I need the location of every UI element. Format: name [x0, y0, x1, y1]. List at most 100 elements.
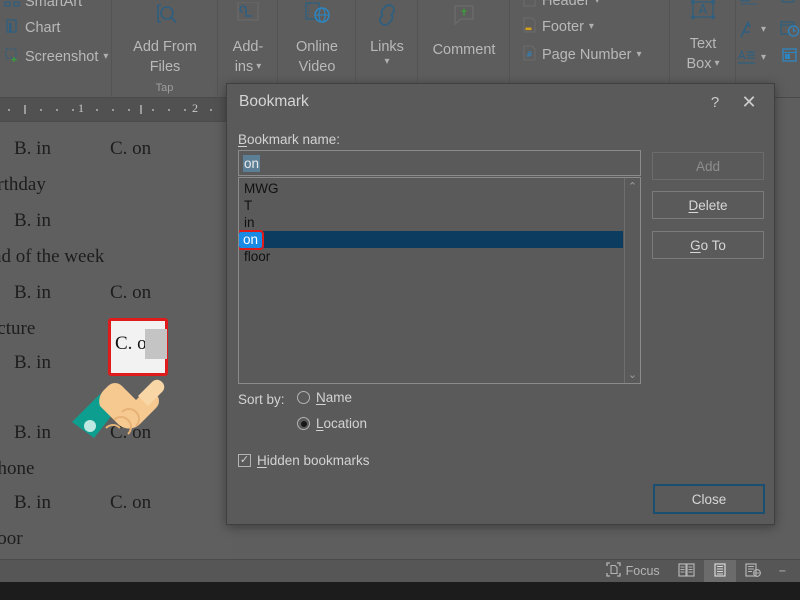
svg-text:A: A [699, 3, 708, 18]
help-icon[interactable]: ? [702, 90, 728, 114]
delete-button[interactable]: Delete [652, 191, 764, 219]
word-application-window: SmartArt Chart Screenshot ▾ Add From Fil… [0, 0, 800, 600]
add-from-files-label-line2: Files [149, 59, 181, 76]
web-layout-icon [745, 562, 761, 580]
status-bar: Focus − [0, 559, 800, 583]
dialog-title-bar[interactable]: Bookmark ? ✕ [227, 84, 774, 120]
text-selection-shade [145, 329, 167, 359]
screenshot-icon [4, 47, 20, 67]
ribbon-item-add-from-files[interactable]: Add From Files [112, 2, 218, 78]
ribbon-group-illustrations: SmartArt Chart Screenshot ▾ [0, 0, 112, 98]
ribbon-item-drop-cap[interactable] [740, 0, 758, 13]
header-label: Header [542, 0, 590, 9]
goto-button[interactable]: Go To [652, 231, 764, 259]
radio-circle-icon [297, 391, 310, 404]
addins-label-line1: Add- [232, 38, 264, 55]
ribbon-item-smartart[interactable]: SmartArt [4, 0, 82, 12]
chevron-down-icon[interactable]: ▾ [761, 53, 766, 63]
chevron-down-icon[interactable]: ▾ [589, 22, 594, 32]
chevron-down-icon[interactable]: ▾ [761, 25, 766, 35]
goto-button-rest: o To [700, 237, 726, 253]
ribbon-item-page-number[interactable]: # Page Number ▾ [522, 45, 642, 65]
chevron-down-icon[interactable]: ▾ [384, 57, 389, 67]
ribbon-item-chart[interactable]: Chart [4, 18, 60, 38]
online-video-icon [302, 2, 332, 35]
scroll-up-icon[interactable]: ⌃ [628, 178, 637, 195]
focus-icon [605, 562, 621, 580]
close-icon[interactable]: ✕ [736, 90, 762, 114]
sort-by-label: Sort by: [238, 392, 285, 407]
ribbon-item-online-video[interactable]: Online Video [278, 2, 356, 78]
document-page[interactable]: B. in C. on irthday B. in nd of the week… [0, 122, 232, 559]
sort-name-rest: ame [325, 390, 353, 405]
online-video-label-line2: Video [298, 59, 336, 76]
sort-location-accel: L [316, 416, 324, 431]
list-item[interactable]: MWG [239, 180, 623, 197]
list-item[interactable]: in [239, 214, 623, 231]
bookmark-name-input[interactable]: on [238, 150, 641, 176]
list-item-selected[interactable]: on [239, 230, 623, 250]
text-box-label-line2: Box [686, 56, 712, 73]
ribbon-item-signature-line[interactable]: A ▾ [737, 48, 766, 68]
sort-by-location-radio[interactable]: Location [297, 416, 367, 431]
status-focus-button[interactable]: Focus [597, 560, 669, 583]
ribbon-item-chart-label: Chart [25, 20, 61, 36]
text-box-label-line1: Text [689, 35, 717, 52]
zoom-out-button[interactable]: − [770, 560, 800, 583]
header-icon [522, 0, 537, 11]
sort-by-name-radio[interactable]: Name [297, 390, 352, 405]
ribbon-item-wordart[interactable]: ▾ [737, 20, 766, 40]
zoom-minus-label: − [778, 564, 786, 578]
bookmark-name-label-rest: ookmark name: [247, 132, 341, 147]
doc-text: nd of the week [0, 246, 105, 267]
bookmark-name-value: on [243, 154, 261, 172]
chevron-down-icon[interactable]: ▾ [714, 59, 719, 69]
ribbon-item-text-box[interactable]: A Text Box ▾ [670, 0, 736, 75]
ribbon-item-comment[interactable]: Comment [418, 4, 510, 60]
ribbon-item-footer[interactable]: Footer ▾ [522, 17, 594, 37]
bookmark-list[interactable]: MWG T in on floor ⌃ ⌄ [238, 177, 641, 384]
bookmark-list-scrollbar[interactable]: ⌃ ⌄ [624, 178, 640, 383]
view-print-layout-button[interactable] [703, 559, 736, 583]
read-mode-icon [678, 562, 695, 580]
radio-circle-icon [297, 417, 310, 430]
page-number-label: Page Number [542, 47, 632, 63]
chart-icon [4, 18, 20, 38]
doc-text: loor [0, 528, 23, 549]
footer-label: Footer [542, 19, 584, 35]
doc-answer-c: C. on [110, 282, 152, 303]
ribbon-item-date-time[interactable] [780, 19, 800, 44]
doc-answer-b: B. in [14, 352, 51, 373]
doc-answer-b: B. in [14, 210, 51, 231]
doc-text: icture [0, 318, 36, 339]
view-read-mode-button[interactable] [669, 560, 704, 583]
ribbon-item-links[interactable]: Links ▾ [356, 2, 418, 67]
wordart-icon [740, 20, 751, 38]
ribbon-item-addins[interactable]: Add- ins ▾ [218, 1, 278, 78]
hidden-bookmarks-checkbox[interactable]: ✓ Hidden bookmarks [238, 453, 370, 468]
ribbon-item-header[interactable]: Header ▾ [522, 0, 600, 11]
chevron-down-icon[interactable]: ▾ [256, 62, 261, 72]
list-item[interactable]: floor [239, 248, 623, 265]
hidden-bookmarks-rest: idden bookmarks [266, 453, 370, 468]
ribbon-item-screenshot[interactable]: Screenshot ▾ [4, 47, 108, 67]
view-web-layout-button[interactable] [736, 560, 770, 583]
ribbon-item-quick-parts[interactable] [780, 0, 798, 12]
ribbon-item-smartart-label: SmartArt [25, 0, 83, 10]
add-button[interactable]: Add [652, 152, 764, 180]
chevron-down-icon[interactable]: ▾ [103, 52, 108, 62]
add-from-files-icon [150, 2, 180, 35]
list-item[interactable]: T [239, 197, 623, 214]
doc-answer-c: C. on [110, 492, 152, 513]
ribbon-item-object[interactable] [780, 46, 800, 71]
footer-icon [522, 17, 537, 37]
chevron-down-icon[interactable]: ▾ [595, 0, 600, 6]
chevron-down-icon[interactable]: ▾ [636, 50, 641, 60]
close-button[interactable]: Close [653, 484, 765, 514]
scroll-down-icon[interactable]: ⌄ [628, 366, 637, 383]
ribbon-item-screenshot-label: Screenshot [25, 49, 99, 65]
sort-name-accel: N [316, 390, 326, 405]
doc-answer-b: B. in [14, 138, 51, 159]
horizontal-ruler[interactable]: 1 2 [0, 98, 232, 122]
goto-button-accel: G [690, 237, 701, 253]
